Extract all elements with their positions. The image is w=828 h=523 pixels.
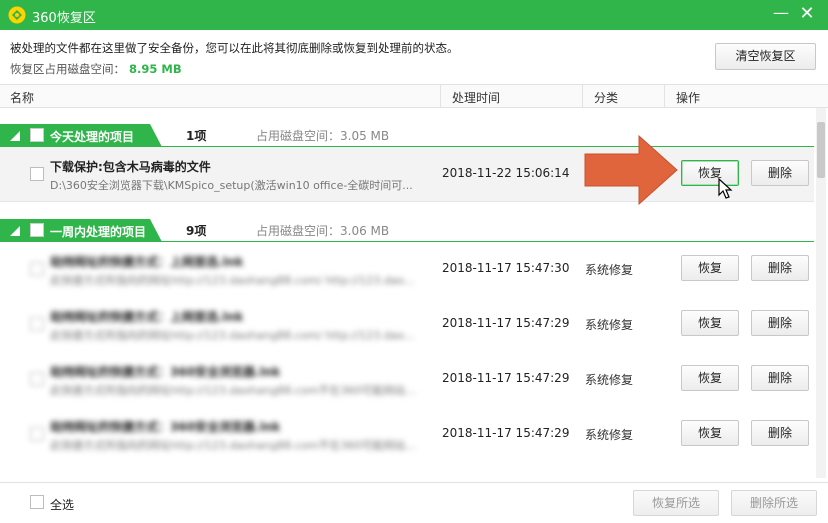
item-time: 2018-11-17 15:47:30: [442, 261, 570, 275]
delete-button[interactable]: 删除: [751, 365, 809, 391]
table-row[interactable]: 劫持网址的快捷方式：360安全浏览器.lnk 此快捷方式所指向的网址http:/…: [0, 352, 814, 407]
table-row[interactable]: 劫持网址的快捷方式：上网首选.lnk 此快捷方式所指向的网址http://123…: [0, 242, 814, 297]
item-time: 2018-11-17 15:47:29: [442, 426, 570, 440]
item-path: 此快捷方式所指向的网址http://123.daohang88.com/ htt…: [50, 274, 415, 287]
annotation-arrow-icon: [584, 134, 678, 206]
item-name: 劫持网址的快捷方式：上网首选.lnk: [50, 310, 244, 324]
table-row[interactable]: 劫持网址的快捷方式：上网首选.lnk 此快捷方式所指向的网址http://123…: [0, 297, 814, 352]
minimize-button[interactable]: —: [770, 3, 792, 25]
window-title: 360恢复区: [32, 11, 96, 26]
row-checkbox[interactable]: [30, 427, 44, 441]
group-tab[interactable]: 今天处理的项目: [0, 124, 162, 147]
restore-button[interactable]: 恢复: [681, 310, 739, 336]
collapse-triangle-icon[interactable]: [10, 131, 20, 141]
item-path: D:\360安全浏览器下载\KMSpico_setup(激活win10 offi…: [50, 179, 413, 192]
item-name: 劫持网址的快捷方式：上网首选.lnk: [50, 255, 244, 269]
item-name: 劫持网址的快捷方式：360安全浏览器.lnk: [50, 420, 281, 434]
title-bar: 360恢复区 — ✕: [0, 0, 828, 30]
group-disk-usage: 占用磁盘空间：3.06 MB: [256, 224, 390, 238]
delete-button[interactable]: 删除: [751, 255, 809, 281]
restore-button[interactable]: 恢复: [681, 365, 739, 391]
col-divider: [582, 85, 583, 107]
item-name: 下载保护:包含木马病毒的文件: [50, 160, 211, 174]
col-action: 操作: [676, 91, 701, 105]
col-divider: [664, 85, 665, 107]
description-text: 被处理的文件都在这里做了安全备份，您可以在此将其彻底删除或恢复到处理前的状态。: [10, 41, 459, 55]
group-label: 今天处理的项目: [50, 130, 135, 144]
disk-usage-line: 恢复区占用磁盘空间： 8.95 MB: [10, 61, 182, 77]
close-button[interactable]: ✕: [796, 3, 818, 25]
row-checkbox[interactable]: [30, 372, 44, 386]
group-tab[interactable]: 一周内处理的项目: [0, 219, 162, 242]
item-time: 2018-11-22 15:06:14: [442, 166, 570, 180]
item-category: 系统修复: [585, 318, 634, 332]
scrollbar-thumb[interactable]: [817, 122, 825, 178]
group-week: 一周内处理的项目 9项 占用磁盘空间：3.06 MB: [0, 218, 814, 242]
restore-button[interactable]: 恢复: [681, 255, 739, 281]
delete-selected-button[interactable]: 删除所选: [731, 490, 817, 516]
group-count: 9项: [186, 224, 207, 238]
item-path: 此快捷方式所指向的网址http://123.daohang88.com不在360…: [50, 439, 416, 452]
restore-button[interactable]: 恢复: [681, 420, 739, 446]
vertical-scrollbar[interactable]: [816, 108, 826, 478]
item-category: 系统修复: [585, 428, 634, 442]
row-checkbox[interactable]: [30, 262, 44, 276]
delete-button[interactable]: 删除: [751, 420, 809, 446]
delete-button[interactable]: 删除: [751, 160, 809, 186]
item-name: 劫持网址的快捷方式：360安全浏览器.lnk: [50, 365, 281, 379]
group-label: 一周内处理的项目: [50, 225, 147, 239]
restore-selected-button[interactable]: 恢复所选: [633, 490, 719, 516]
item-path: 此快捷方式所指向的网址http://123.daohang88.com/ htt…: [50, 329, 415, 342]
select-all-label[interactable]: 全选: [50, 496, 74, 513]
col-category[interactable]: 分类: [594, 89, 618, 106]
col-time[interactable]: 处理时间: [452, 89, 500, 106]
item-time: 2018-11-17 15:47:29: [442, 371, 570, 385]
disk-usage-label: 恢复区占用磁盘空间：: [10, 62, 125, 76]
item-time: 2018-11-17 15:47:29: [442, 316, 570, 330]
collapse-triangle-icon[interactable]: [10, 226, 20, 236]
footer-bar: 全选 恢复所选 删除所选: [0, 482, 828, 523]
360-logo-icon: [8, 6, 26, 24]
mouse-cursor-icon: [718, 178, 733, 199]
group-checkbox[interactable]: [30, 128, 44, 142]
col-divider: [440, 85, 441, 107]
select-all-checkbox[interactable]: [30, 495, 44, 509]
delete-button[interactable]: 删除: [751, 310, 809, 336]
group-count: 1项: [186, 129, 207, 143]
group-today: 今天处理的项目 1项 占用磁盘空间：3.05 MB: [0, 123, 814, 147]
table-row[interactable]: 劫持网址的快捷方式：360安全浏览器.lnk 此快捷方式所指向的网址http:/…: [0, 407, 814, 462]
row-checkbox[interactable]: [30, 167, 44, 181]
table-row[interactable]: 下载保护:包含木马病毒的文件 D:\360安全浏览器下载\KMSpico_set…: [0, 147, 814, 202]
item-category: 系统修复: [585, 263, 634, 277]
item-category: 系统修复: [585, 373, 634, 387]
column-header: 名称 处理时间 分类 操作: [0, 84, 828, 108]
disk-usage-value: 8.95 MB: [129, 62, 182, 76]
group-checkbox[interactable]: [30, 223, 44, 237]
item-path: 此快捷方式所指向的网址http://123.daohang88.com不在360…: [50, 384, 416, 397]
clear-recovery-button[interactable]: 清空恢复区: [715, 43, 816, 70]
col-name[interactable]: 名称: [10, 89, 34, 106]
row-checkbox[interactable]: [30, 317, 44, 331]
group-disk-usage: 占用磁盘空间：3.05 MB: [256, 129, 390, 143]
